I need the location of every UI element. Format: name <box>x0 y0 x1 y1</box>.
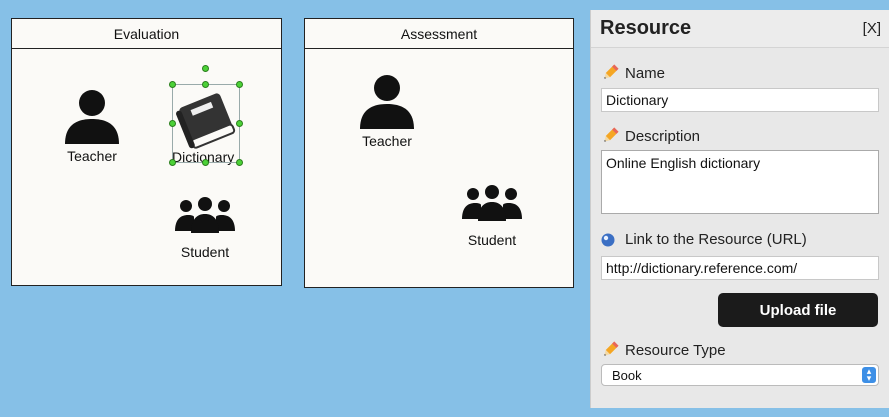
url-label: Link to the Resource (URL) <box>625 231 807 248</box>
select-arrows-icon: ▴ ▾ <box>862 367 876 383</box>
resize-handle-n[interactable] <box>202 81 209 88</box>
resource-type-select[interactable]: Book ▴ ▾ <box>601 364 879 386</box>
actor-label: Teacher <box>67 148 117 164</box>
description-label-row: Description <box>601 127 700 145</box>
resize-handle-w[interactable] <box>169 120 176 127</box>
group-icon <box>462 185 522 221</box>
pool-title: Evaluation <box>12 19 281 49</box>
pencil-icon <box>604 64 619 79</box>
url-field[interactable] <box>601 256 879 280</box>
actor-student[interactable]: Student <box>172 197 238 260</box>
actor-label: Student <box>467 232 517 248</box>
actor-student[interactable]: Student <box>459 185 525 248</box>
resource-type-label-row: Resource Type <box>601 341 726 359</box>
resize-handle-ne[interactable] <box>236 81 243 88</box>
resource-type-label: Resource Type <box>625 341 726 359</box>
description-field[interactable]: Online English dictionary <box>601 150 879 214</box>
selection-box <box>172 84 240 163</box>
resource-panel: Resource [X] Name Description Online Eng… <box>590 10 889 408</box>
pool-evaluation[interactable]: Evaluation Teacher Dictionary Student <box>11 18 282 286</box>
pool-title: Assessment <box>305 19 573 49</box>
close-button[interactable]: [X] <box>863 20 881 37</box>
name-label-row: Name <box>601 64 665 82</box>
rotate-handle[interactable] <box>202 65 209 72</box>
panel-header: Resource [X] <box>591 10 889 48</box>
pool-assessment[interactable]: Assessment Teacher Student <box>304 18 574 288</box>
url-label-row: Link to the Resource (URL) <box>601 231 807 248</box>
resize-handle-se[interactable] <box>236 159 243 166</box>
person-icon <box>360 75 414 129</box>
pencil-icon <box>604 127 619 142</box>
resource-type-value: Book <box>612 367 642 383</box>
resize-handle-e[interactable] <box>236 120 243 127</box>
resize-handle-s[interactable] <box>202 159 209 166</box>
description-label: Description <box>625 127 701 145</box>
resize-handle-nw[interactable] <box>169 81 176 88</box>
actor-teacher[interactable]: Teacher <box>62 89 122 164</box>
name-field[interactable] <box>601 88 879 112</box>
group-icon <box>175 197 235 233</box>
actor-label: Student <box>180 244 230 260</box>
resize-handle-sw[interactable] <box>169 159 176 166</box>
pencil-icon <box>604 341 619 356</box>
actor-label: Teacher <box>362 133 412 149</box>
globe-icon <box>601 233 615 246</box>
upload-file-button[interactable]: Upload file <box>718 293 878 327</box>
actor-teacher[interactable]: Teacher <box>355 74 419 149</box>
panel-title: Resource <box>600 17 692 39</box>
name-label: Name <box>625 64 666 82</box>
person-icon <box>65 90 119 144</box>
